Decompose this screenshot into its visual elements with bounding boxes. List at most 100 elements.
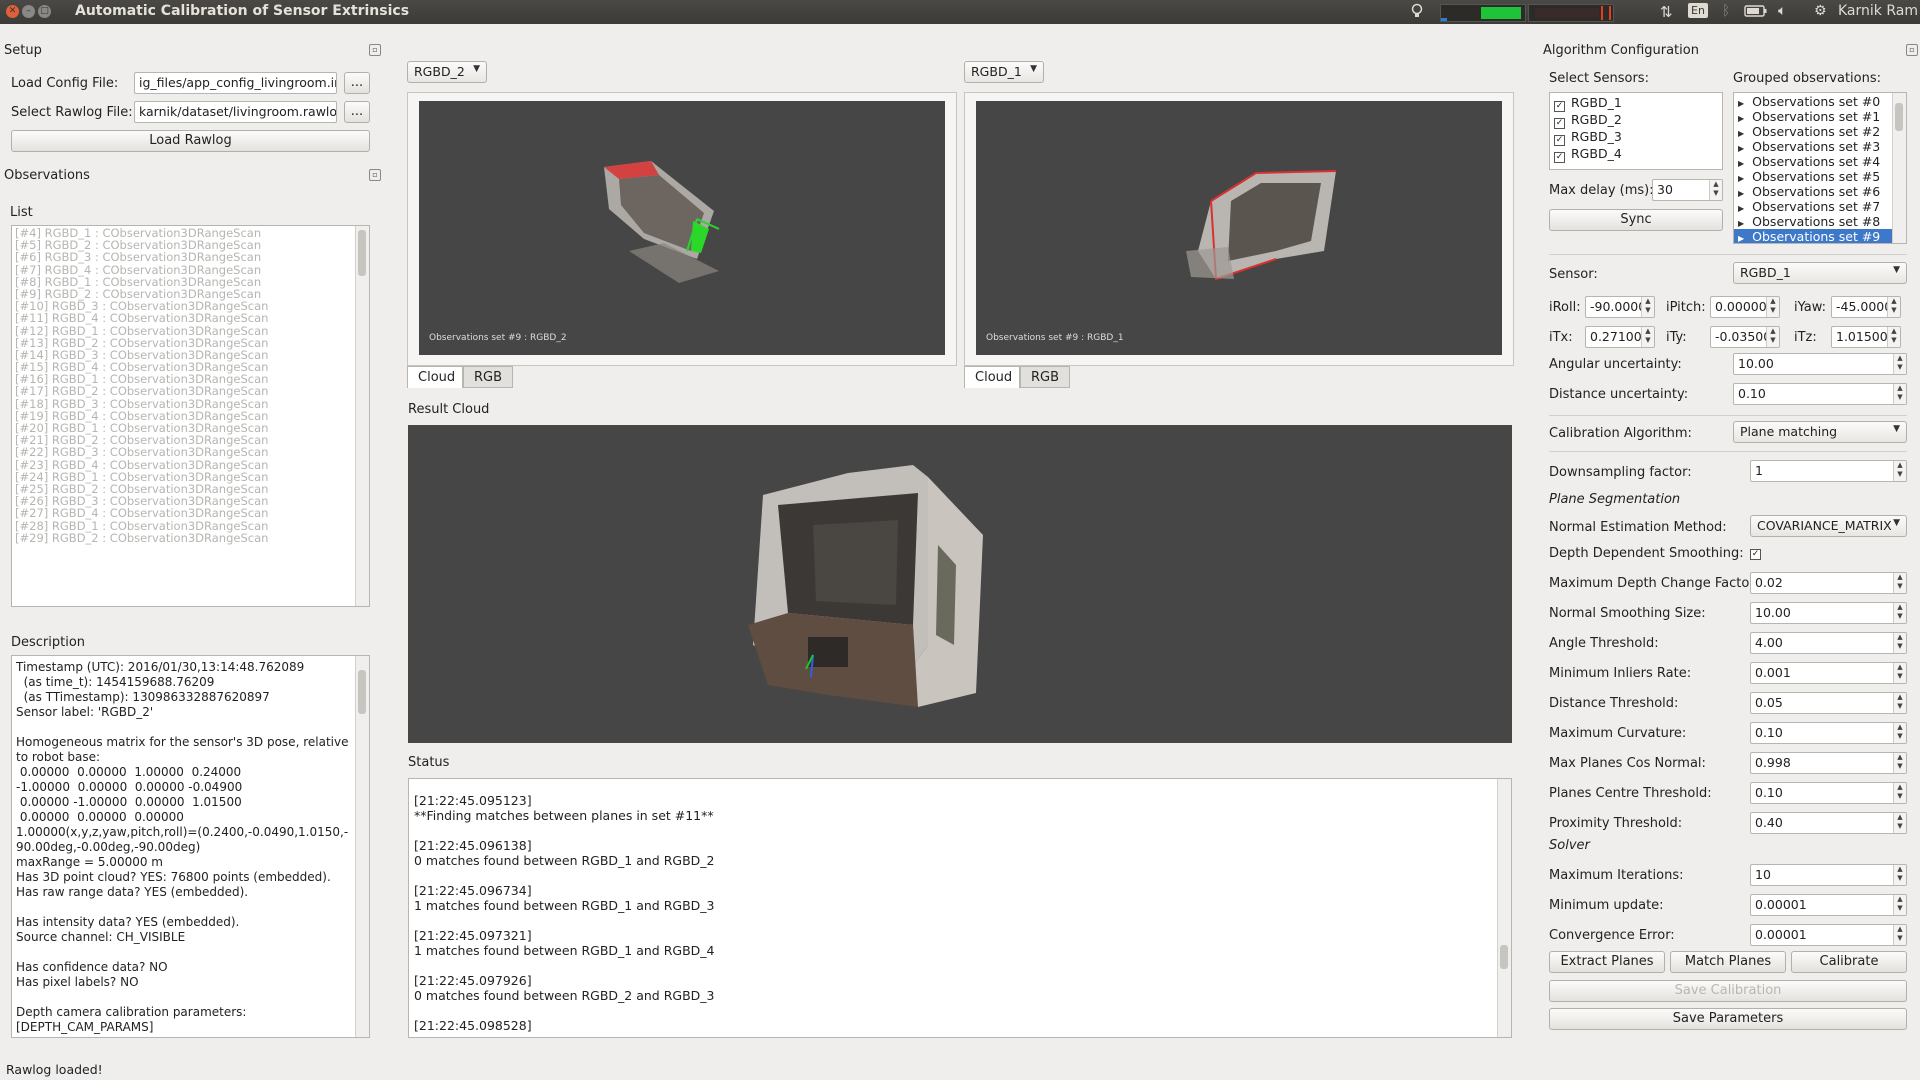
battery-icon[interactable] — [1744, 3, 1768, 23]
left-tab-cloud[interactable]: Cloud — [407, 366, 463, 388]
tree-item[interactable]: ▶ Observations set #3 — [1734, 139, 1906, 154]
tree-item[interactable]: ▶ Observations set #4 — [1734, 154, 1906, 169]
network-updown-icon[interactable]: ⇅ — [1660, 3, 1673, 21]
config-file-input[interactable]: ig_files/app_config_livingroom.ini — [134, 72, 337, 94]
user-name[interactable]: Karnik Ram — [1838, 3, 1918, 19]
spinbox-arrows-icon[interactable]: ▲ ▼ — [1887, 297, 1900, 317]
tree-item[interactable]: ▶ Observations set #0 — [1734, 94, 1906, 109]
max-iterations-spinbox[interactable]: 10 ▲ ▼ — [1750, 864, 1907, 886]
spinbox-arrows-icon[interactable]: ▲ ▼ — [1893, 461, 1906, 481]
tree-item[interactable]: ▶ Observations set #7 — [1734, 199, 1906, 214]
tree-item[interactable]: ▶ Observations set #2 — [1734, 124, 1906, 139]
minimize-window-button[interactable]: – — [22, 5, 35, 18]
depth-smoothing-checkbox[interactable]: ✓ — [1750, 544, 1767, 560]
maximize-window-button[interactable]: □ — [38, 5, 51, 18]
rawlog-file-input[interactable]: karnik/dataset/livingroom.rawlog — [134, 101, 337, 123]
max-depth-change-spinbox[interactable]: 0.02 ▲ ▼ — [1750, 572, 1907, 594]
status-log[interactable]: [21:22:45.095123] **Finding matches betw… — [408, 778, 1512, 1038]
grouped-observations-tree[interactable]: ▶ Observations set #0 ▶ Observations set #1… — [1733, 92, 1907, 244]
ipitch-spinbox[interactable]: 0.00000 ▲ ▼ — [1710, 296, 1780, 318]
distance-uncertainty-spinbox[interactable]: 0.10 ▲ ▼ — [1733, 383, 1907, 405]
settings-gear-icon[interactable]: ⚙ — [1814, 3, 1827, 19]
spinbox-arrows-icon[interactable]: ▲ ▼ — [1893, 925, 1906, 945]
checkbox-checked-icon[interactable]: ✓ — [1554, 135, 1565, 146]
close-window-button[interactable]: ✕ — [6, 5, 19, 18]
right-sensor-select[interactable]: RGBD_1 ▼ — [964, 61, 1044, 83]
list-item[interactable]: [#29] RGBD_2 : CObservation3DRangeScan — [12, 531, 369, 543]
min-update-spinbox[interactable]: 0.00001 ▲ ▼ — [1750, 894, 1907, 916]
list-item[interactable]: [#28] RGBD_1 : CObservation3DRangeScan — [12, 519, 369, 531]
checkbox-checked-icon[interactable]: ✓ — [1554, 101, 1565, 112]
tree-item[interactable]: ▶ Observations set #1 — [1734, 109, 1906, 124]
sensor-checklist[interactable]: ✓ RGBD_1 ✓ RGBD_2 ✓ RGBD_3 ✓ RGBD_4 — [1549, 92, 1723, 170]
spinbox-arrows-icon[interactable]: ▲ ▼ — [1709, 180, 1722, 200]
calibration-algorithm-select[interactable]: Plane matching ▼ — [1733, 421, 1907, 443]
calibrate-button[interactable]: Calibrate — [1791, 951, 1907, 973]
list-item[interactable]: [#18] RGBD_3 : CObservation3DRangeScan — [12, 397, 369, 409]
volume-icon[interactable]: 🔈︎ — [1778, 3, 1786, 19]
sensor-select[interactable]: RGBD_1 ▼ — [1733, 262, 1907, 284]
right-tab-cloud[interactable]: Cloud — [964, 366, 1020, 388]
system-load-monitor[interactable] — [1440, 4, 1526, 22]
checkbox-checked-icon[interactable]: ✓ — [1554, 152, 1565, 163]
spinbox-arrows-icon[interactable]: ▲ ▼ — [1641, 297, 1654, 317]
list-item[interactable]: [#23] RGBD_4 : CObservation3DRangeScan — [12, 458, 369, 470]
right-tab-rgb[interactable]: RGB — [1020, 366, 1070, 388]
max-planes-cos-normal-spinbox[interactable]: 0.998 ▲ ▼ — [1750, 752, 1907, 774]
left-sensor-select[interactable]: RGBD_2 ▼ — [407, 61, 487, 83]
spinbox-arrows-icon[interactable]: ▲ ▼ — [1893, 663, 1906, 683]
list-item[interactable]: [#17] RGBD_2 : CObservation3DRangeScan — [12, 385, 369, 397]
max-curvature-spinbox[interactable]: 0.10 ▲ ▼ — [1750, 722, 1907, 744]
save-calibration-button[interactable]: Save Calibration — [1549, 980, 1907, 1002]
left-tab-rgb[interactable]: RGB — [463, 366, 513, 388]
list-item[interactable]: [#12] RGBD_1 : CObservation3DRangeScan — [12, 324, 369, 336]
keyboard-language-indicator[interactable]: En — [1688, 3, 1708, 18]
list-item[interactable]: [#6] RGBD_3 : CObservation3DRangeScan — [12, 251, 369, 263]
spinbox-arrows-icon[interactable]: ▲ ▼ — [1893, 895, 1906, 915]
algo-dock-close-icon[interactable]: ▫ — [1906, 44, 1918, 56]
match-planes-button[interactable]: Match Planes — [1670, 951, 1786, 973]
spinbox-arrows-icon[interactable]: ▲ ▼ — [1893, 633, 1906, 653]
spinbox-arrows-icon[interactable]: ▲ ▼ — [1766, 327, 1779, 347]
convergence-error-spinbox[interactable]: 0.00001 ▲ ▼ — [1750, 924, 1907, 946]
iyaw-spinbox[interactable]: -45.0000 ▲ ▼ — [1831, 296, 1901, 318]
setup-dock-close-icon[interactable]: ▫ — [369, 44, 381, 56]
spinbox-arrows-icon[interactable]: ▲ ▼ — [1893, 813, 1906, 833]
observations-dock-close-icon[interactable]: ▫ — [369, 169, 381, 181]
tree-item[interactable]: ▶ Observations set #9 — [1734, 229, 1906, 243]
right-point-cloud-viewer[interactable]: Observations set #9 : RGBD_1 — [976, 101, 1502, 355]
iroll-spinbox[interactable]: -90.0000 ▲ ▼ — [1585, 296, 1655, 318]
extract-planes-button[interactable]: Extract Planes — [1549, 951, 1665, 973]
spinbox-arrows-icon[interactable]: ▲ ▼ — [1766, 297, 1779, 317]
spinbox-arrows-icon[interactable]: ▲ ▼ — [1893, 693, 1906, 713]
planes-centre-threshold-spinbox[interactable]: 0.10 ▲ ▼ — [1750, 782, 1907, 804]
rawlog-browse-button[interactable]: ... — [344, 101, 370, 123]
list-item[interactable]: [#27] RGBD_4 : CObservation3DRangeScan — [12, 507, 369, 519]
sync-button[interactable]: Sync — [1549, 209, 1723, 231]
config-browse-button[interactable]: ... — [344, 72, 370, 94]
spinbox-arrows-icon[interactable]: ▲ ▼ — [1893, 783, 1906, 803]
list-item[interactable]: [#7] RGBD_4 : CObservation3DRangeScan — [12, 263, 369, 275]
lightbulb-icon[interactable] — [1410, 3, 1424, 23]
spinbox-arrows-icon[interactable]: ▲ ▼ — [1893, 753, 1906, 773]
angular-uncertainty-spinbox[interactable]: 10.00 ▲ ▼ — [1733, 353, 1907, 375]
sensor-checkbox-item[interactable]: ✓ RGBD_1 — [1554, 95, 1718, 112]
description-textbox[interactable]: Timestamp (UTC): 2016/01/30,13:14:48.762… — [11, 655, 370, 1038]
load-rawlog-button[interactable]: Load Rawlog — [11, 130, 370, 152]
normal-method-select[interactable]: COVARIANCE_MATRIX ▼ — [1750, 515, 1907, 537]
max-delay-spinbox[interactable]: 30 ▲ ▼ — [1652, 179, 1723, 201]
checkbox-checked-icon[interactable]: ✓ — [1554, 118, 1565, 129]
spinbox-arrows-icon[interactable]: ▲ ▼ — [1893, 573, 1906, 593]
itz-spinbox[interactable]: 1.01500 ▲ ▼ — [1831, 326, 1901, 348]
tree-item[interactable]: ▶ Observations set #8 — [1734, 214, 1906, 229]
spinbox-arrows-icon[interactable]: ▲ ▼ — [1641, 327, 1654, 347]
ity-spinbox[interactable]: -0.03500 ▲ ▼ — [1710, 326, 1780, 348]
normal-smoothing-size-spinbox[interactable]: 10.00 ▲ ▼ — [1750, 602, 1907, 624]
network-monitor[interactable] — [1528, 4, 1614, 22]
sensor-checkbox-item[interactable]: ✓ RGBD_3 — [1554, 129, 1718, 146]
spinbox-arrows-icon[interactable]: ▲ ▼ — [1893, 603, 1906, 623]
proximity-threshold-spinbox[interactable]: 0.40 ▲ ▼ — [1750, 812, 1907, 834]
angle-threshold-spinbox[interactable]: 4.00 ▲ ▼ — [1750, 632, 1907, 654]
downsampling-spinbox[interactable]: 1 ▲ ▼ — [1750, 460, 1907, 482]
spinbox-arrows-icon[interactable]: ▲ ▼ — [1893, 354, 1906, 374]
